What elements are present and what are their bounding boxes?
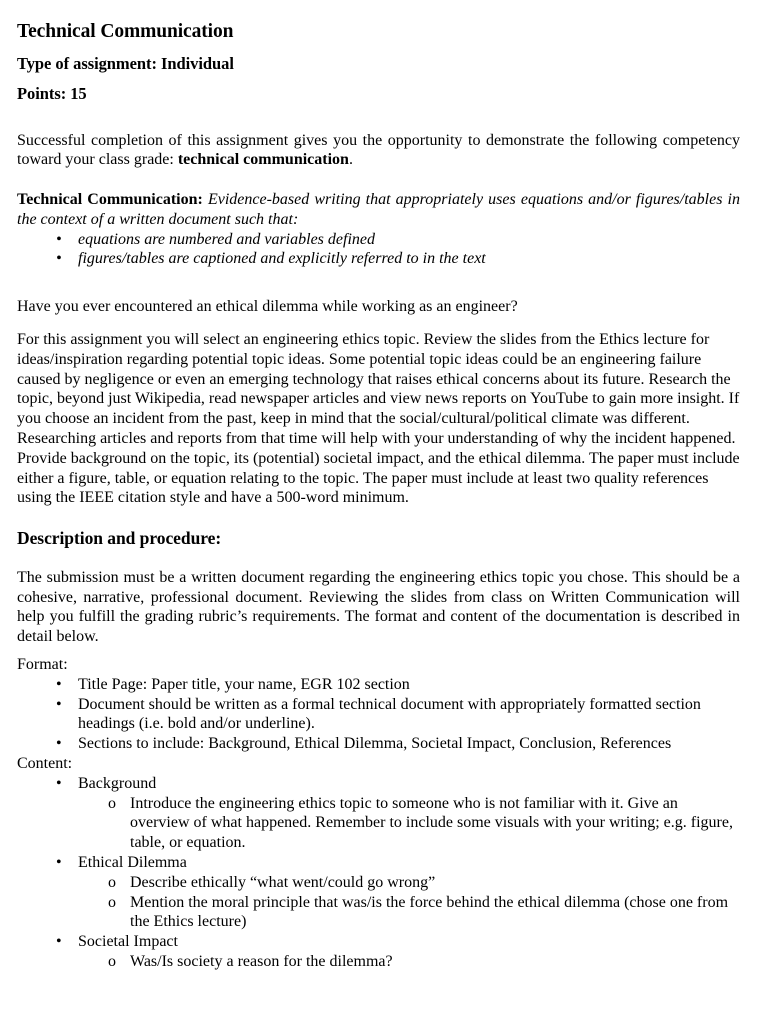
- list-item: • figures/tables are captioned and explic…: [17, 249, 740, 269]
- bullet-icon: •: [56, 735, 62, 753]
- competency-criteria-list: • equations are numbered and variables de…: [17, 230, 740, 270]
- list-item-label: Title Page: Paper title, your name, EGR …: [78, 675, 410, 693]
- list-item: • Background o Introduce the engineering …: [17, 774, 740, 853]
- list-item: • equations are numbered and variables de…: [17, 230, 740, 250]
- circle-bullet-icon: o: [108, 952, 116, 970]
- format-label: Format:: [17, 655, 68, 673]
- list-item: • Societal Impact o Was/Is society a reas…: [17, 932, 740, 972]
- content-label: Content:: [17, 754, 73, 772]
- description-heading: Description and procedure:: [17, 528, 222, 549]
- document-body: Technical Communication Type of assignme…: [17, 0, 740, 972]
- assignment-type-heading: Type of assignment: Individual: [17, 53, 234, 73]
- list-item: • Ethical Dilemma o Describe ethically “w…: [17, 853, 740, 932]
- format-list: • Title Page: Paper title, your name, EGR…: [17, 675, 740, 754]
- intro-text-before: Successful completion of this assignment…: [17, 131, 740, 169]
- content-sublist: o Describe ethically “what went/could go …: [78, 873, 740, 932]
- list-item: • Title Page: Paper title, your name, EGR…: [17, 675, 740, 695]
- competency-label: Technical Communication:: [17, 191, 203, 209]
- list-item-label: Was/Is society a reason for the dilemma?: [130, 952, 393, 970]
- list-item-label: Mention the moral principle that was/is …: [130, 893, 729, 931]
- list-item-label: equations are numbered and variables def…: [78, 230, 375, 248]
- description-paragraph: The submission must be a written documen…: [17, 568, 740, 646]
- hook-question: Have you ever encountered an ethical dil…: [17, 298, 518, 316]
- list-item-label: Background: [78, 774, 157, 792]
- circle-bullet-icon: o: [108, 794, 116, 812]
- content-list: • Background o Introduce the engineering …: [17, 774, 740, 972]
- intro-text-after: .: [348, 151, 353, 169]
- list-item-label: Describe ethically “what went/could go w…: [130, 873, 436, 891]
- page-title: Technical Communication: [17, 21, 234, 42]
- list-item: o Introduce the engineering ethics topic …: [78, 794, 740, 853]
- list-item-label: Sections to include: Background, Ethical…: [78, 735, 672, 753]
- intro-bold-term: technical communication: [177, 151, 349, 169]
- list-item-label: Ethical Dilemma: [78, 853, 187, 871]
- content-sublist: o Introduce the engineering ethics topic …: [78, 794, 740, 853]
- bullet-icon: •: [56, 933, 62, 951]
- bullet-icon: •: [56, 774, 62, 792]
- list-item: o Describe ethically “what went/could go …: [78, 873, 740, 893]
- list-item: o Was/Is society a reason for the dilemma…: [78, 952, 740, 972]
- circle-bullet-icon: o: [108, 893, 116, 911]
- bullet-icon: •: [56, 250, 62, 268]
- points-heading: Points: 15: [17, 84, 87, 103]
- list-item-label: Document should be written as a formal t…: [78, 695, 701, 733]
- circle-bullet-icon: o: [108, 873, 116, 891]
- bullet-icon: •: [56, 853, 62, 871]
- bullet-icon: •: [56, 230, 62, 248]
- content-sublist: o Was/Is society a reason for the dilemma…: [78, 952, 740, 972]
- list-item: o Mention the moral principle that was/is…: [78, 893, 740, 933]
- list-item: • Document should be written as a formal …: [17, 695, 740, 735]
- bullet-icon: •: [56, 695, 62, 713]
- document-page: Technical Communication Type of assignme…: [0, 0, 757, 1024]
- list-item: • Sections to include: Background, Ethica…: [17, 734, 740, 754]
- list-item-label: Societal Impact: [78, 933, 178, 951]
- list-item-label: Introduce the engineering ethics topic t…: [130, 794, 733, 852]
- assignment-paragraph: For this assignment you will select an e…: [17, 331, 740, 507]
- competency-definition: Technical Communication: Evidence-based …: [17, 190, 740, 230]
- bullet-icon: •: [56, 675, 62, 693]
- intro-paragraph: Successful completion of this assignment…: [17, 131, 740, 171]
- list-item-label: figures/tables are captioned and explici…: [78, 250, 486, 268]
